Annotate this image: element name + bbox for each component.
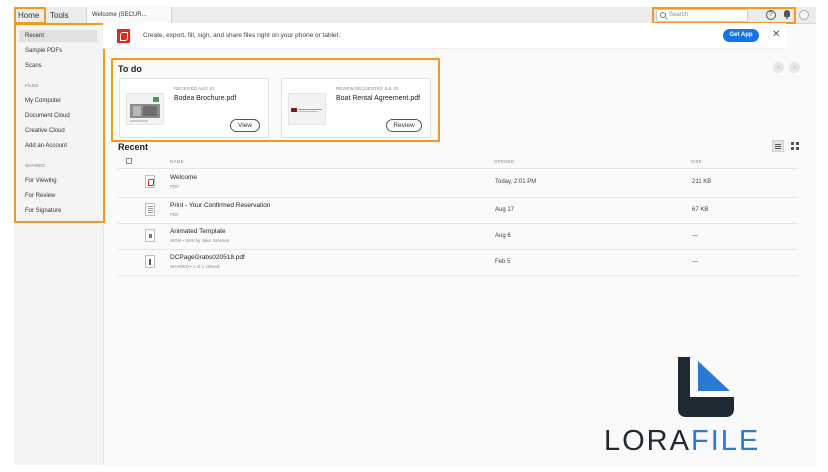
row-opened: Today, 2:01 PM xyxy=(495,179,537,185)
row-subtitle: SHARED • 1 of 1 viewed xyxy=(170,264,220,269)
column-header-opened[interactable]: OPENED xyxy=(494,159,514,164)
row-size: 67 KB xyxy=(692,207,709,213)
column-header-size[interactable]: SIZE xyxy=(691,159,702,164)
row-size: — xyxy=(692,259,698,265)
next-arrow-icon[interactable]: › xyxy=(789,62,800,73)
logo-text-part1: LORA xyxy=(604,425,691,457)
row-subtitle: SIGN • Sent by Jake Johnson xyxy=(170,238,230,243)
table-row[interactable]: DCPageGrabs020518.pdf SHARED • 1 of 1 vi… xyxy=(118,251,798,277)
row-size: — xyxy=(692,233,698,239)
table-row[interactable]: Print - Your Confirmed Reservation PDF A… xyxy=(118,199,798,225)
highlight-todo xyxy=(111,58,440,142)
lorafile-logo-icon xyxy=(678,357,734,417)
row-filename: DCPageGrabs020518.pdf xyxy=(170,254,245,261)
row-filename: Print - Your Confirmed Reservation xyxy=(170,202,271,209)
prev-arrow-icon[interactable]: ‹ xyxy=(773,62,784,73)
highlight-home-tab xyxy=(14,7,46,24)
promo-banner: Create, export, fill, sign, and share fi… xyxy=(103,23,786,49)
recent-title: Recent xyxy=(118,142,149,152)
row-subtitle: PDF xyxy=(170,184,179,189)
tab-tools[interactable]: Tools xyxy=(50,7,72,24)
row-filename: Welcome xyxy=(170,174,197,181)
table-row[interactable]: Welcome PDF Today, 2:01 PM 211 KB xyxy=(118,171,798,197)
shared-file-icon xyxy=(145,255,155,268)
column-header-name[interactable]: NAME xyxy=(170,159,184,164)
select-all-checkbox[interactable] xyxy=(126,158,132,164)
divider xyxy=(118,223,798,224)
divider xyxy=(118,168,798,169)
row-opened: Aug 6 xyxy=(495,233,511,239)
divider xyxy=(118,197,798,198)
pdf-file-icon xyxy=(145,175,155,188)
highlight-sidebar xyxy=(14,23,105,223)
row-size: 211 KB xyxy=(692,179,712,185)
divider xyxy=(118,249,798,250)
document-file-icon xyxy=(145,203,155,216)
grid-view-icon[interactable] xyxy=(791,142,799,150)
row-subtitle: PDF xyxy=(170,212,179,217)
table-row[interactable]: Animated Template SIGN • Sent by Jake Jo… xyxy=(118,225,798,251)
template-file-icon xyxy=(145,229,155,242)
highlight-top-right xyxy=(652,7,796,24)
logo-text-part2: FILE xyxy=(690,425,761,457)
avatar[interactable] xyxy=(799,10,809,20)
list-view-icon[interactable] xyxy=(772,140,784,152)
banner-text: Create, export, fill, sign, and share fi… xyxy=(143,32,341,39)
row-filename: Animated Template xyxy=(170,228,226,235)
row-opened: Feb 5 xyxy=(495,259,511,265)
close-icon[interactable]: ✕ xyxy=(772,28,780,42)
divider xyxy=(118,275,798,276)
get-app-button[interactable]: Get App xyxy=(723,29,759,42)
row-opened: Aug 17 xyxy=(495,207,515,213)
acrobat-icon xyxy=(117,29,130,43)
lorafile-logo-text: LORAFILE xyxy=(604,425,824,458)
